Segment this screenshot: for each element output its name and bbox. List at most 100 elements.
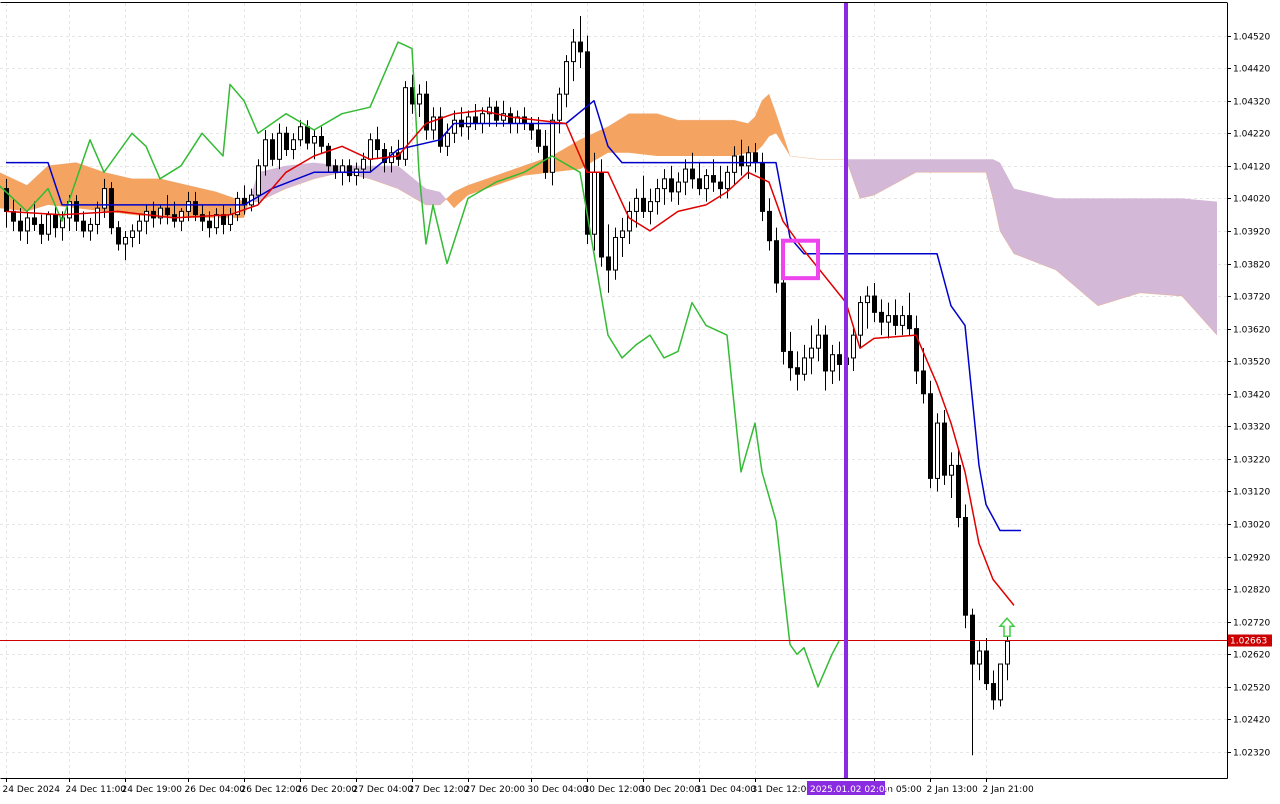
- candle: [25, 211, 30, 244]
- candle-body-bull: [130, 230, 135, 238]
- candle-body-bull: [466, 116, 471, 128]
- price-chart[interactable]: 1.02663 1.04520 1.04420 1.04320 1.04220 1.04…: [0, 0, 1280, 800]
- y-tick-label: 1.02420: [1233, 716, 1270, 726]
- candle-body-bear: [795, 367, 800, 375]
- x-tick-label: 31 Dec 04:00: [696, 785, 757, 795]
- candle-body-bull: [144, 210, 149, 222]
- candle: [956, 449, 961, 528]
- candle: [298, 120, 303, 147]
- candle-body-bear: [375, 139, 380, 151]
- candle-body-bear: [641, 197, 646, 212]
- y-tick-label: 1.03820: [1233, 261, 1270, 271]
- candle-body-bear: [319, 136, 324, 147]
- candle-body-bull: [949, 464, 954, 476]
- candle: [830, 344, 835, 384]
- candle: [319, 126, 324, 153]
- candle: [431, 107, 436, 140]
- candle: [424, 81, 429, 140]
- candle-body-bear: [326, 145, 331, 167]
- candle-body-bear: [788, 350, 793, 369]
- candle-body-bear: [578, 41, 583, 53]
- candle: [795, 351, 800, 391]
- candle-body-bear: [837, 354, 842, 365]
- candle: [683, 159, 688, 196]
- y-tick-label: 1.04220: [1233, 130, 1270, 140]
- y-tick-label: 1.04420: [1233, 65, 1270, 75]
- candle-body-bull: [935, 422, 940, 479]
- y-tick-label: 1.02820: [1233, 586, 1270, 596]
- candle: [116, 221, 121, 251]
- candle-body-bull: [186, 201, 191, 212]
- candle: [963, 504, 968, 629]
- candle: [977, 641, 982, 681]
- current-price-label: 1.02663: [1230, 637, 1267, 647]
- x-tick-label: 26 Dec 20:00: [297, 785, 358, 795]
- candle-body-bear: [781, 282, 786, 352]
- x-tick-label: 30 Dec 12:00: [584, 785, 645, 795]
- candle-body-bear: [690, 168, 695, 180]
- candle-body-bear: [39, 223, 44, 235]
- candle-body-bear: [109, 188, 114, 229]
- candle: [690, 152, 695, 189]
- candle-body-bear: [207, 220, 212, 229]
- y-tick-label: 1.03420: [1233, 391, 1270, 401]
- candle: [935, 413, 940, 492]
- y-tick-label: 1.02720: [1233, 619, 1270, 629]
- y-tick-label: 1.03120: [1233, 488, 1270, 498]
- candle-body-bull: [571, 41, 576, 63]
- candle: [578, 16, 583, 69]
- x-tick-label: 24 Dec 2024: [3, 785, 61, 795]
- candle-body-bear: [893, 315, 898, 326]
- candle-body-bull: [830, 354, 835, 372]
- candle: [648, 188, 653, 225]
- candle: [599, 159, 604, 267]
- candle-body-bear: [606, 256, 611, 271]
- candle-body-bull: [417, 93, 422, 105]
- candle: [998, 663, 1003, 707]
- candle-body-bull: [256, 165, 261, 196]
- candle-body-bear: [165, 207, 170, 216]
- candle: [886, 302, 891, 339]
- candle-body-bear: [116, 227, 121, 245]
- candle: [641, 175, 646, 218]
- x-tick-label: 30 Dec 20:00: [640, 785, 701, 795]
- candle-body-bull: [802, 357, 807, 375]
- candle-body-bear: [473, 116, 478, 124]
- candle-body-bull: [340, 165, 345, 173]
- candle: [900, 305, 905, 336]
- candle: [907, 292, 912, 336]
- candle-body-bull: [865, 295, 870, 304]
- candle-body-bull: [725, 171, 730, 190]
- candle-body-bull: [214, 214, 219, 229]
- candle: [970, 608, 975, 756]
- candle-body-bear: [991, 683, 996, 701]
- y-tick-label: 1.04020: [1233, 195, 1270, 205]
- candle: [655, 178, 660, 215]
- candle-body-bear: [942, 422, 947, 476]
- candle-body-bear: [697, 178, 702, 190]
- candle: [704, 169, 709, 202]
- candle-body-bull: [291, 139, 296, 151]
- candle: [718, 165, 723, 199]
- cloud-bull-segment-0: [0, 162, 249, 218]
- candle: [557, 87, 562, 134]
- candle: [851, 328, 856, 371]
- candle-body-bull: [886, 315, 891, 323]
- x-tick-label: 2 Jan 21:00: [983, 785, 1035, 795]
- candle: [669, 165, 674, 202]
- candle-body-bear: [907, 315, 912, 330]
- candle: [928, 380, 933, 489]
- candle: [837, 341, 842, 381]
- candle-body-bull: [704, 175, 709, 190]
- candle: [774, 227, 779, 293]
- candles: [4, 16, 1010, 756]
- grid-lines: [0, 3, 1227, 778]
- candle-body-bull: [648, 201, 653, 212]
- candle: [725, 165, 730, 199]
- candle-body-bull: [683, 168, 688, 183]
- y-tick-label: 1.03320: [1233, 423, 1270, 433]
- candle: [606, 224, 611, 293]
- candle: [158, 204, 163, 225]
- candle: [991, 670, 996, 710]
- candle-body-bull: [123, 236, 128, 245]
